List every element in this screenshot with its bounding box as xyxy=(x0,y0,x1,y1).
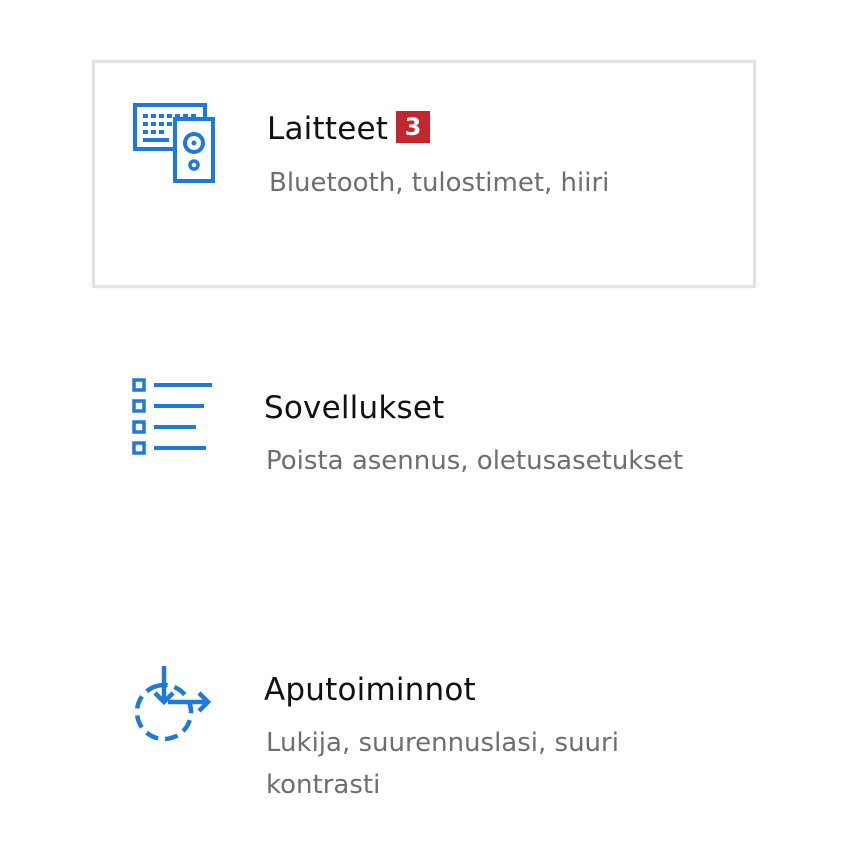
apps-list-icon xyxy=(128,376,218,466)
settings-tile-ease-of-access[interactable]: Aputoiminnot Lukija, suurennuslasi, suur… xyxy=(92,650,756,820)
tile-subtitle: Bluetooth, tulostimet, hiiri xyxy=(269,168,610,198)
tile-subtitle: Lukija, suurennuslasi, suuri kontrasti xyxy=(266,728,619,800)
tile-title: Aputoiminnot xyxy=(264,672,476,708)
settings-tile-devices[interactable]: Laitteet 3 Bluetooth, tulostimet, hiiri xyxy=(92,60,756,288)
devices-icon xyxy=(131,101,221,191)
tile-title-text: Laitteet xyxy=(267,111,389,147)
tile-title: Laitteet 3 xyxy=(267,111,431,147)
tile-title: Sovellukset xyxy=(264,390,445,426)
step-badge: 3 xyxy=(396,111,431,143)
ease-of-access-icon xyxy=(128,662,218,752)
tile-subtitle: Poista asennus, oletusasetukset xyxy=(266,446,684,476)
settings-tile-apps[interactable]: Sovellukset Poista asennus, oletusasetuk… xyxy=(92,360,756,500)
